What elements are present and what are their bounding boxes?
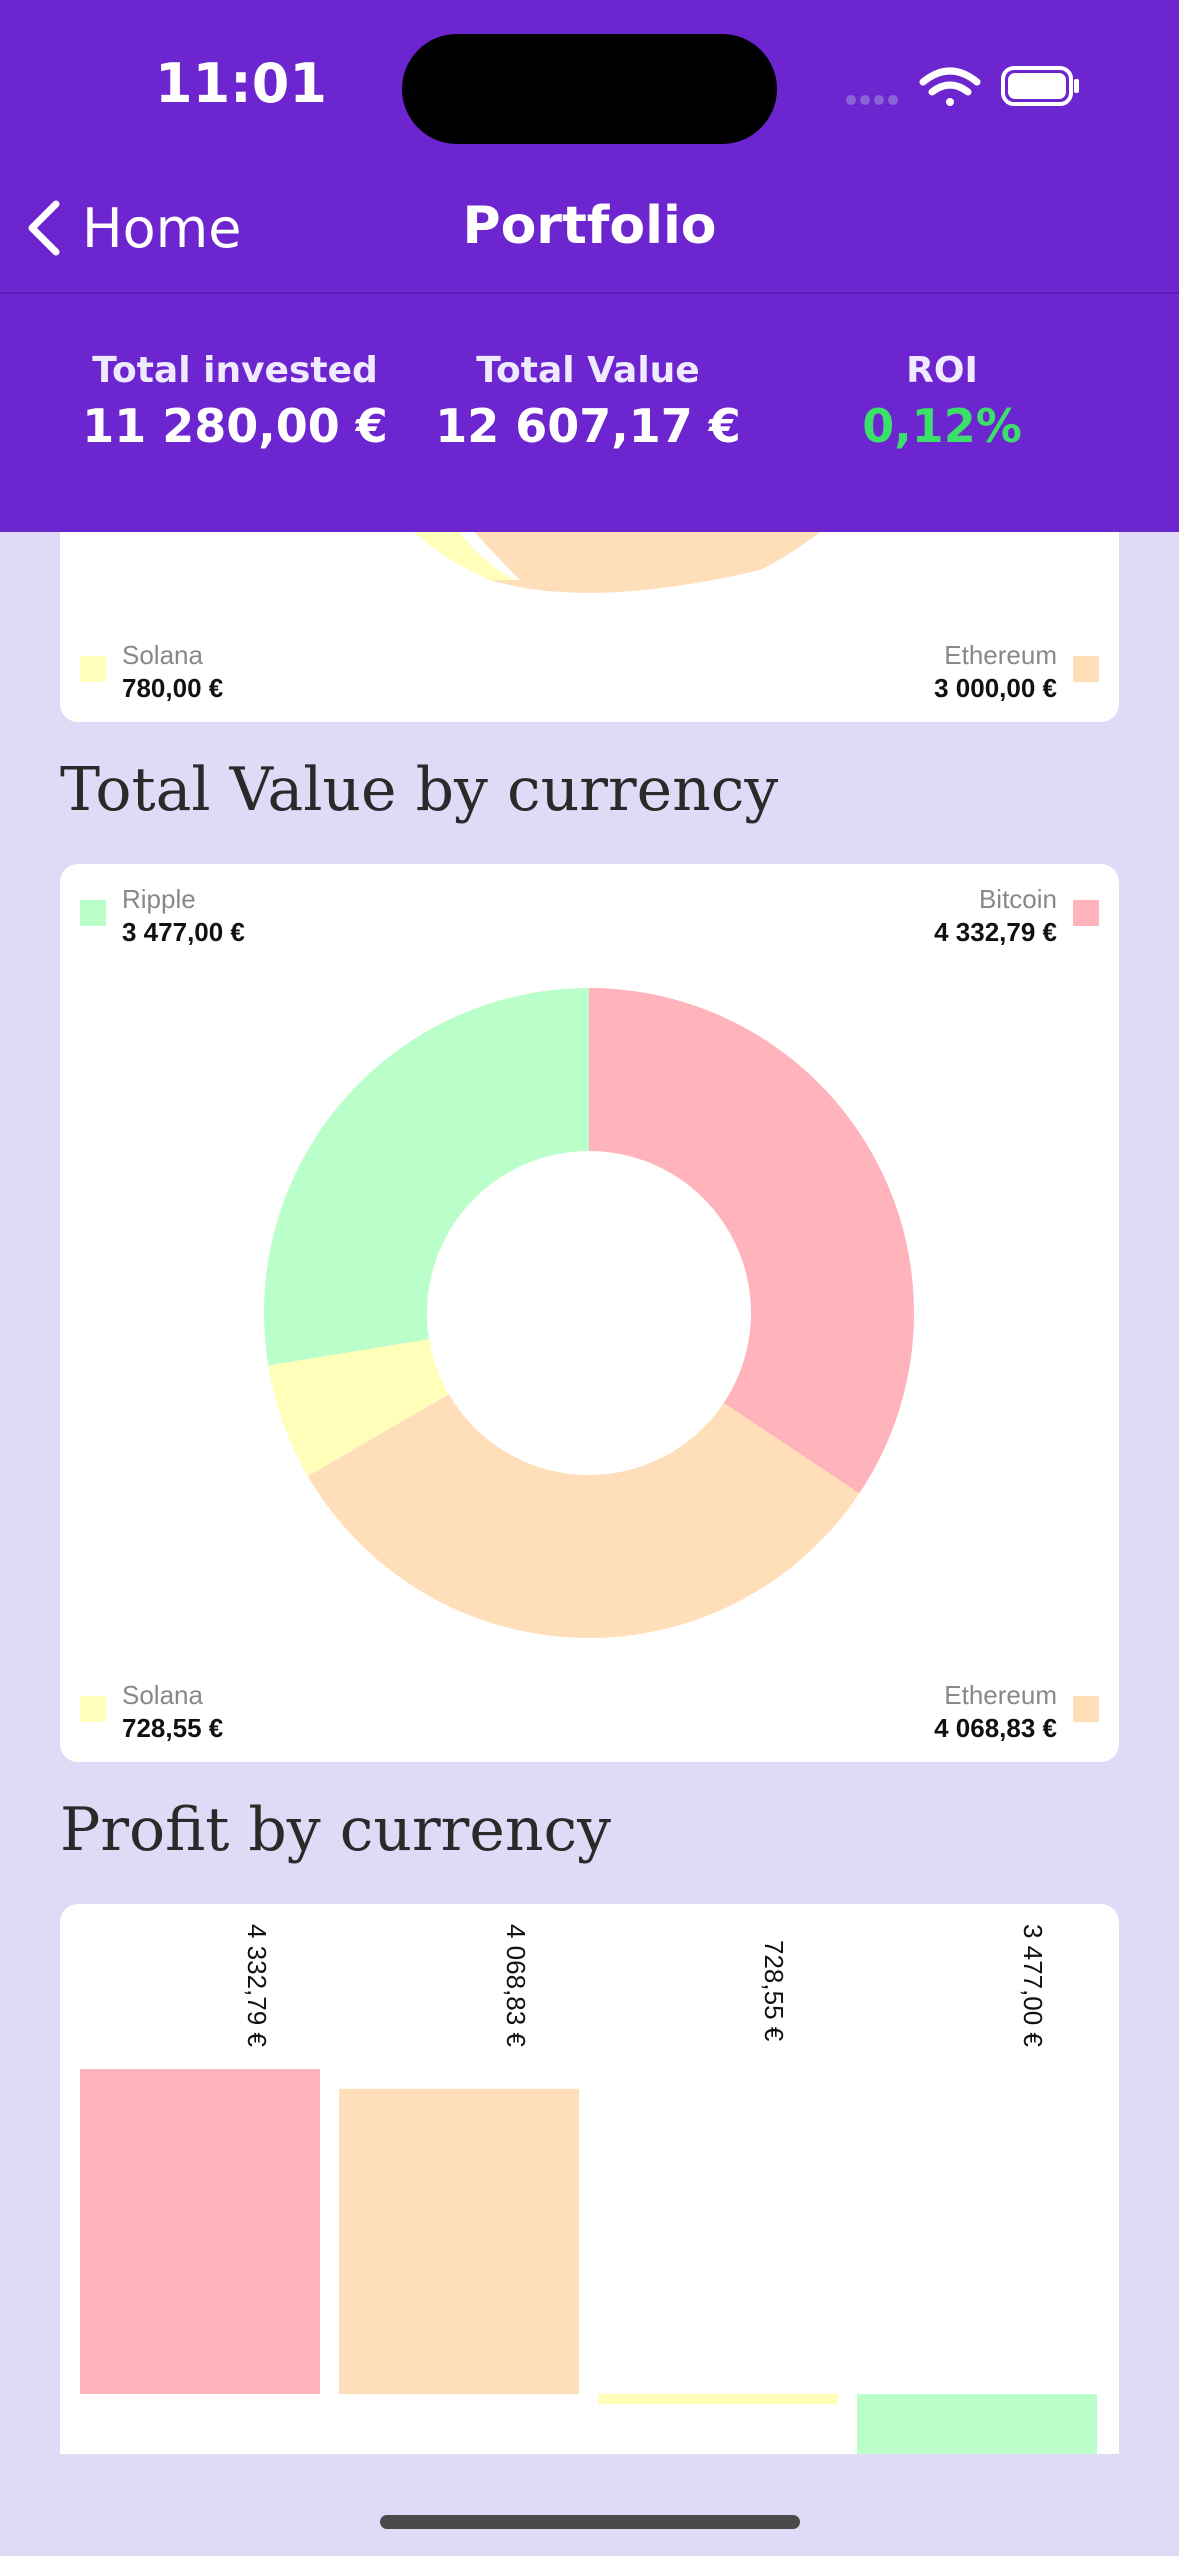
legend-value: 3 000,00 €: [934, 673, 1057, 703]
bar-value-label: 4 332,79 €: [242, 1924, 272, 2047]
legend-swatch: [1073, 1696, 1099, 1722]
legend-name: Solana: [122, 1680, 203, 1710]
header: 11:01 Home Portfolio Total invested 11 2…: [0, 0, 1179, 532]
wifi-icon: [919, 67, 981, 106]
status-icons: [846, 66, 1079, 106]
total-invested-label: Total invested: [92, 350, 378, 391]
invested-legend-solana: Solana 780,00 €: [60, 640, 223, 704]
profit-bar-chart: [80, 2069, 1097, 2454]
bar-value-label: 728,55 €: [759, 1940, 789, 2042]
header-divider: [0, 292, 1179, 294]
value-legend-solana: Solana 728,55 €: [60, 1680, 223, 1744]
profit-bar-ripple: [857, 2394, 1097, 2454]
invested-legend-ethereum: Ethereum 3 000,00 €: [934, 640, 1119, 704]
dynamic-island: [402, 34, 777, 144]
total-value-stat: Total Value 12 607,17 €: [398, 350, 778, 453]
roi-label: ROI: [906, 350, 978, 391]
profit-bar-bitcoin: [80, 2069, 320, 2394]
home-indicator[interactable]: [380, 2515, 800, 2529]
bar-value-label: 3 477,00 €: [1018, 1924, 1048, 2047]
signal-icon: [846, 95, 898, 105]
donut-slice-ripple: [264, 988, 589, 1366]
value-by-currency-card: Ripple 3 477,00 € Bitcoin 4 332,79 € Sol…: [60, 864, 1119, 1762]
legend-swatch: [1073, 656, 1099, 682]
status-time: 11:01: [155, 52, 327, 115]
roi-value: 0,12%: [862, 399, 1022, 453]
profit-by-currency-card: 4 332,79 € 4 068,83 € 728,55 € 3 477,00 …: [60, 1904, 1119, 2454]
total-value-label: Total Value: [476, 350, 700, 391]
donut-slice-bitcoin: [589, 988, 914, 1494]
page-title: Portfolio: [462, 196, 717, 256]
legend-value: 780,00 €: [122, 673, 224, 703]
profit-section-title: Profit by currency: [60, 1795, 612, 1865]
legend-swatch: [80, 1696, 106, 1722]
total-invested-stat: Total invested 11 280,00 €: [45, 350, 425, 453]
value-donut-chart: [264, 988, 914, 1638]
legend-value: 728,55 €: [122, 1713, 224, 1743]
legend-name: Ethereum: [944, 1680, 1057, 1710]
bar-value-label: 4 068,83 €: [501, 1924, 531, 2047]
value-legend-ethereum: Ethereum 4 068,83 €: [934, 1680, 1119, 1744]
battery-icon: [1001, 66, 1079, 106]
legend-value: 4 068,83 €: [934, 1713, 1057, 1743]
legend-name: Ethereum: [944, 640, 1057, 670]
profit-bar-solana: [598, 2394, 838, 2404]
profit-bar-ethereum: [339, 2088, 579, 2394]
total-value-value: 12 607,17 €: [435, 399, 741, 453]
legend-swatch: [80, 656, 106, 682]
total-invested-value: 11 280,00 €: [82, 399, 388, 453]
value-section-title: Total Value by currency: [60, 755, 779, 825]
legend-name: Solana: [122, 640, 203, 670]
roi-stat: ROI 0,12%: [752, 350, 1132, 453]
